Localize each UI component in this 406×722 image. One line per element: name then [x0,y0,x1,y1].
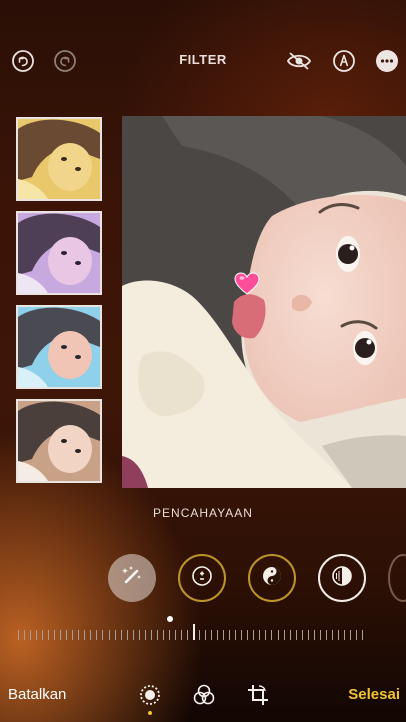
done-button[interactable]: Selesai [348,686,400,703]
slider-tick [284,630,285,640]
slider-tick [96,630,97,640]
next-tool-button[interactable] [388,554,406,602]
slider-tick [338,630,339,640]
markup-pen-icon[interactable] [333,50,355,72]
slider-tick [42,630,43,640]
slider-tick [181,630,182,640]
slider-tick [235,630,236,640]
slider-tick [302,630,303,640]
brilliance-icon [260,564,284,593]
slider-tick [157,630,158,640]
slider-tick [259,630,260,640]
slider-tick [127,630,128,640]
slider-tick [175,630,176,640]
slider-position-dot [167,616,173,622]
slider-tick [151,630,152,640]
slider-tick [290,630,291,640]
slider-tick [48,630,49,640]
slider-tick [217,630,218,640]
filter-thumbnail-cool[interactable] [16,211,102,295]
slider-tick [326,630,327,640]
slider-tick [350,630,351,640]
slider-tick [169,630,170,640]
slider-tick [102,630,103,640]
slider-tick [362,630,363,640]
auto-enhance-button[interactable] [108,554,156,602]
slider-tick [115,630,116,640]
slider-tick [72,630,73,640]
slider-tick [344,630,345,640]
slider-tick [278,630,279,640]
brilliance-button[interactable] [248,554,296,602]
adjustment-slider[interactable] [18,614,364,644]
slider-tick [139,630,140,640]
filters-icon[interactable] [192,683,216,707]
slider-tick [247,630,248,640]
auto-enhance-icon [120,564,144,593]
slider-tick [241,630,242,640]
bottom-toolbar: Batalkan Selesai [0,676,406,716]
slider-tick [84,630,85,640]
slider-tick [121,630,122,640]
slider-tick [211,630,212,640]
slider-tick [229,630,230,640]
slider-tick [265,630,266,640]
slider-tick [199,630,200,640]
slider-tick [90,630,91,640]
filter-thumbnail-vivid[interactable] [16,305,102,389]
slider-tick [296,630,297,640]
slider-center-tick [193,624,195,640]
photo-preview[interactable] [122,116,406,488]
slider-tick [271,630,272,640]
adjust-dial-icon[interactable] [138,683,162,715]
slider-tick [308,630,309,640]
slider-tick [30,630,31,640]
slider-tick [109,630,110,640]
slider-tick [253,630,254,640]
heart-icon [234,272,260,301]
filter-thumbnail-natural[interactable] [16,399,102,483]
slider-tick [133,630,134,640]
crop-rotate-icon[interactable] [246,683,270,707]
more-ellipsis-icon[interactable] [376,50,398,72]
adjustment-label: PENCAHAYAAN [153,506,253,520]
eye-slash-icon[interactable] [286,50,312,72]
slider-tick [187,630,188,640]
slider-tick [36,630,37,640]
slider-tick [66,630,67,640]
slider-tick [24,630,25,640]
exposure-icon [190,564,214,593]
slider-tick [54,630,55,640]
slider-tick [78,630,79,640]
slider-tick [320,630,321,640]
slider-tick [205,630,206,640]
filter-thumbnail-warm[interactable] [16,117,102,201]
slider-tick [163,630,164,640]
top-toolbar: FILTER [0,40,406,80]
slider-tick [18,630,19,640]
slider-tick [332,630,333,640]
slider-tick [145,630,146,640]
active-tab-indicator [148,711,152,715]
slider-tick [314,630,315,640]
slider-tick [223,630,224,640]
exposure-button[interactable] [178,554,226,602]
slider-tick [356,630,357,640]
cancel-button[interactable]: Batalkan [8,686,66,703]
highlights-icon [330,564,354,593]
highlights-button[interactable] [318,554,366,602]
slider-tick [60,630,61,640]
